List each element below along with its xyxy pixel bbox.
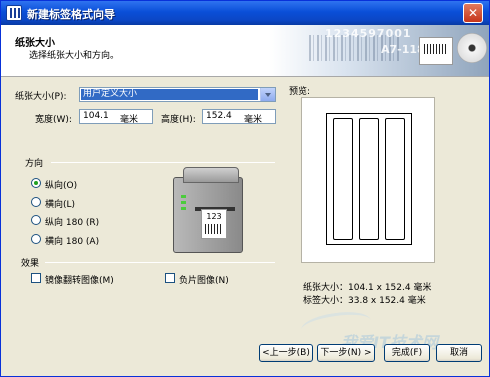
mirror-checkbox[interactable]	[31, 273, 41, 283]
page-title: 纸张大小	[15, 38, 55, 49]
wizard-window: 新建标签格式向导 ✕ 1234597001 A7-118 纸张大小 选择纸张大小…	[0, 0, 490, 377]
wizard-header: 1234597001 A7-118 纸张大小 选择纸张大小和方向。	[1, 25, 489, 77]
orientation-group-label: 方向	[25, 159, 44, 169]
finish-button[interactable]: 完成(F)	[384, 344, 430, 362]
height-input[interactable]: 152.4	[202, 109, 276, 124]
disc-icon	[457, 33, 487, 63]
preview-label: 预览:	[289, 87, 311, 97]
header-banner-image: 1234597001 A7-118	[269, 25, 489, 76]
preview-paper	[326, 113, 412, 245]
radio-portrait-180[interactable]	[31, 215, 41, 225]
page-subtitle: 选择纸张大小和方向。	[29, 51, 120, 61]
printed-label: 123	[201, 209, 227, 239]
width-unit: 毫米	[120, 115, 139, 125]
label-card-icon	[419, 37, 453, 65]
paper-size-select[interactable]: 用户定义大小	[79, 87, 276, 102]
height-label: 高度(H):	[161, 115, 196, 125]
radio-landscape-180-label[interactable]: 横向 180 (A)	[45, 234, 99, 247]
printer-icon: 123	[173, 167, 245, 253]
paper-size-value: 用户定义大小	[81, 89, 258, 100]
next-button[interactable]: 下一步(N) >	[317, 344, 375, 362]
radio-landscape-label[interactable]: 横向(L)	[45, 197, 75, 210]
paper-size-label: 纸张大小(P):	[15, 92, 67, 102]
printed-label-text: 123	[206, 212, 222, 221]
banner-number: 1234597001	[325, 27, 412, 40]
close-button[interactable]: ✕	[463, 3, 483, 23]
preview-label-strip	[385, 118, 405, 240]
effects-group-label: 效果	[21, 259, 40, 269]
radio-landscape-180[interactable]	[31, 234, 41, 244]
width-label: 宽度(W):	[35, 115, 72, 125]
radio-landscape[interactable]	[31, 197, 41, 207]
width-input[interactable]: 104.1	[79, 109, 153, 124]
preview-label-strip	[333, 118, 353, 240]
negative-checkbox-label[interactable]: 负片图像(N)	[179, 273, 229, 286]
back-button[interactable]: <上一步(B)	[259, 344, 313, 362]
radio-portrait-label[interactable]: 纵向(O)	[45, 178, 77, 191]
paper-size-info: 纸张大小：104.1 x 152.4 毫米	[303, 283, 432, 293]
window-title: 新建标签格式向导	[27, 8, 115, 21]
title-bar[interactable]: 新建标签格式向导 ✕	[1, 1, 489, 25]
cancel-button[interactable]: 取消	[436, 344, 482, 362]
height-unit: 毫米	[244, 115, 263, 125]
app-icon	[6, 5, 22, 21]
orientation-divider	[51, 162, 275, 163]
radio-portrait-180-label[interactable]: 纵向 180 (R)	[45, 215, 99, 228]
preview-panel	[301, 97, 435, 263]
chevron-down-icon[interactable]	[260, 88, 275, 101]
negative-checkbox[interactable]	[165, 273, 175, 283]
effects-divider	[45, 262, 275, 263]
radio-portrait[interactable]	[31, 178, 41, 188]
mirror-checkbox-label[interactable]: 镜像翻转图像(M)	[45, 273, 114, 286]
preview-label-strip	[359, 118, 379, 240]
